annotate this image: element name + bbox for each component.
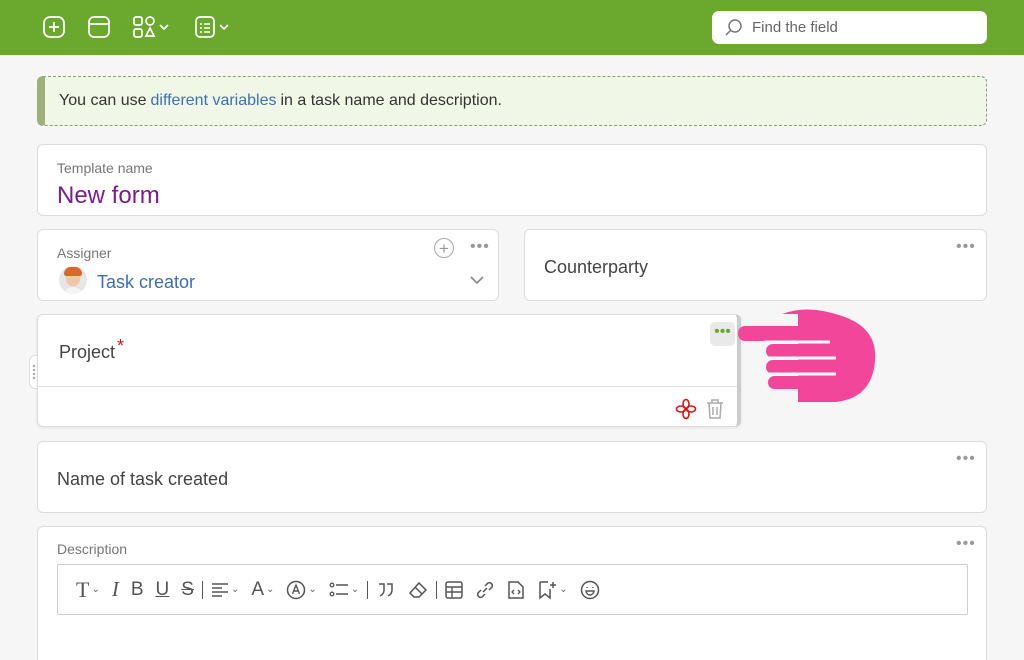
description-field[interactable]: Description ••• T ⌄ I B U S ⌄ A ⌄ ⌄ ⌄ ⌄ bbox=[37, 526, 987, 660]
emoji-button[interactable] bbox=[580, 575, 600, 605]
chevron-down-icon[interactable] bbox=[469, 272, 485, 288]
insert-variable-button[interactable]: ⌄ bbox=[537, 575, 568, 605]
emoji-icon bbox=[580, 580, 599, 599]
table-icon bbox=[445, 580, 463, 599]
template-name-value[interactable]: New form bbox=[57, 182, 160, 210]
list-icon bbox=[329, 582, 348, 596]
project-label: Project * bbox=[59, 336, 125, 362]
description-label: Description bbox=[57, 541, 128, 557]
form-list-icon bbox=[195, 16, 215, 38]
code-file-icon bbox=[508, 580, 524, 599]
italic-icon: I bbox=[111, 577, 119, 601]
highlight-icon bbox=[287, 580, 306, 599]
code-button[interactable] bbox=[507, 575, 525, 605]
chevron-down-icon bbox=[219, 24, 229, 31]
toolbar-divider bbox=[201, 580, 203, 599]
required-marker: * bbox=[117, 336, 125, 356]
search-box[interactable] bbox=[712, 11, 987, 44]
align-button[interactable]: ⌄ bbox=[211, 575, 239, 605]
rich-text-toolbar: T ⌄ I B U S ⌄ A ⌄ ⌄ ⌄ ⌄ bbox=[57, 564, 968, 615]
underline-icon: U bbox=[155, 578, 170, 600]
bold-icon: B bbox=[130, 578, 144, 600]
strikethrough-button[interactable]: S bbox=[181, 575, 194, 605]
plus-square-icon bbox=[43, 16, 65, 38]
underline-button[interactable]: U bbox=[156, 575, 170, 605]
quote-button[interactable] bbox=[376, 575, 396, 605]
top-toolbar bbox=[0, 0, 1024, 55]
table-button[interactable] bbox=[445, 575, 463, 605]
required-toggle-icon[interactable] bbox=[675, 398, 697, 420]
more-options-icon[interactable]: ••• bbox=[470, 239, 490, 255]
quote-icon bbox=[379, 582, 393, 597]
project-field-header: Project * ••• bbox=[38, 315, 737, 387]
pointing-hand-icon bbox=[738, 309, 876, 402]
list-button[interactable]: ⌄ bbox=[329, 575, 359, 605]
strikethrough-icon: S bbox=[181, 578, 194, 600]
assigner-label: Assigner bbox=[57, 245, 112, 261]
chevron-down-icon bbox=[159, 24, 169, 31]
variables-hint: You can use different variables in a tas… bbox=[37, 76, 987, 126]
text-style-button[interactable]: T ⌄ bbox=[76, 575, 100, 605]
bold-button[interactable]: B bbox=[131, 575, 144, 605]
hint-text-after: in a task name and description. bbox=[280, 92, 502, 109]
layout-icon bbox=[88, 16, 110, 38]
clear-format-button[interactable] bbox=[408, 575, 428, 605]
counterparty-label: Counterparty bbox=[544, 257, 649, 277]
highlight-button[interactable]: ⌄ bbox=[286, 575, 317, 605]
trash-icon[interactable] bbox=[705, 398, 725, 420]
avatar bbox=[59, 266, 87, 294]
project-field[interactable]: Project * ••• bbox=[37, 314, 741, 427]
widgets-dropdown-button[interactable] bbox=[132, 12, 170, 42]
italic-button[interactable]: I bbox=[112, 575, 119, 605]
toolbar-divider bbox=[436, 580, 438, 599]
text-style-icon: T bbox=[76, 576, 90, 602]
widgets-icon bbox=[133, 16, 156, 38]
align-left-icon bbox=[211, 582, 228, 597]
eraser-icon bbox=[409, 581, 428, 598]
search-input[interactable] bbox=[752, 19, 972, 36]
font-color-icon: A bbox=[251, 578, 265, 600]
font-color-button[interactable]: A ⌄ bbox=[251, 575, 274, 605]
counterparty-field[interactable]: ••• Counterparty bbox=[524, 229, 987, 301]
add-field-button[interactable] bbox=[42, 12, 66, 42]
add-assigner-button[interactable]: + bbox=[434, 238, 454, 258]
link-button[interactable] bbox=[475, 575, 495, 605]
template-name-label: Template name bbox=[57, 160, 153, 176]
plus-icon: + bbox=[439, 238, 449, 258]
assigner-value[interactable]: Task creator bbox=[97, 272, 195, 293]
variables-link[interactable]: different variables bbox=[150, 92, 276, 110]
more-options-button[interactable]: ••• bbox=[710, 322, 735, 346]
more-options-icon[interactable]: ••• bbox=[956, 239, 976, 255]
more-options-icon[interactable]: ••• bbox=[956, 536, 976, 552]
more-options-icon[interactable]: ••• bbox=[956, 451, 976, 467]
hint-text-before: You can use bbox=[59, 92, 147, 109]
link-icon bbox=[477, 581, 494, 598]
task-name-field[interactable]: ••• Name of task created bbox=[37, 441, 987, 513]
assigner-field[interactable]: Assigner + ••• Task creator bbox=[37, 229, 499, 301]
search-icon bbox=[725, 18, 742, 36]
template-name-field[interactable]: Template name New form bbox=[37, 144, 987, 216]
bookmark-plus-icon bbox=[539, 580, 557, 600]
toolbar-divider bbox=[367, 580, 369, 599]
form-dropdown-button[interactable] bbox=[194, 12, 230, 42]
task-name-label: Name of task created bbox=[57, 469, 229, 489]
layout-button[interactable] bbox=[87, 12, 111, 42]
